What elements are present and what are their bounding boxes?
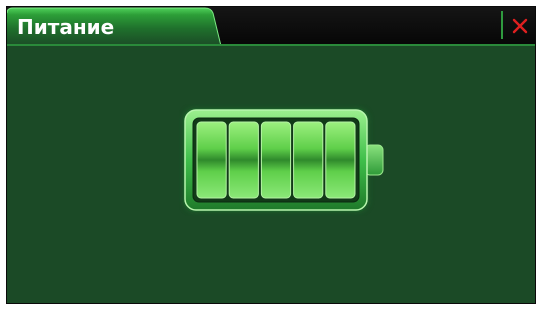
title-bar: Питание <box>7 7 535 46</box>
battery-cell <box>196 121 227 199</box>
battery-cell <box>325 121 356 199</box>
close-icon <box>512 18 528 34</box>
battery-cell <box>260 121 292 199</box>
battery-icon <box>183 108 384 212</box>
title-bar-underline <box>7 44 535 46</box>
battery-cell <box>293 121 324 199</box>
battery-indicator <box>179 104 391 216</box>
power-window: Питание <box>6 6 536 304</box>
battery-cells <box>196 121 356 199</box>
close-button[interactable] <box>507 11 535 41</box>
window-title: Питание <box>17 15 115 39</box>
battery-cell <box>228 121 259 199</box>
close-separator <box>501 11 503 39</box>
